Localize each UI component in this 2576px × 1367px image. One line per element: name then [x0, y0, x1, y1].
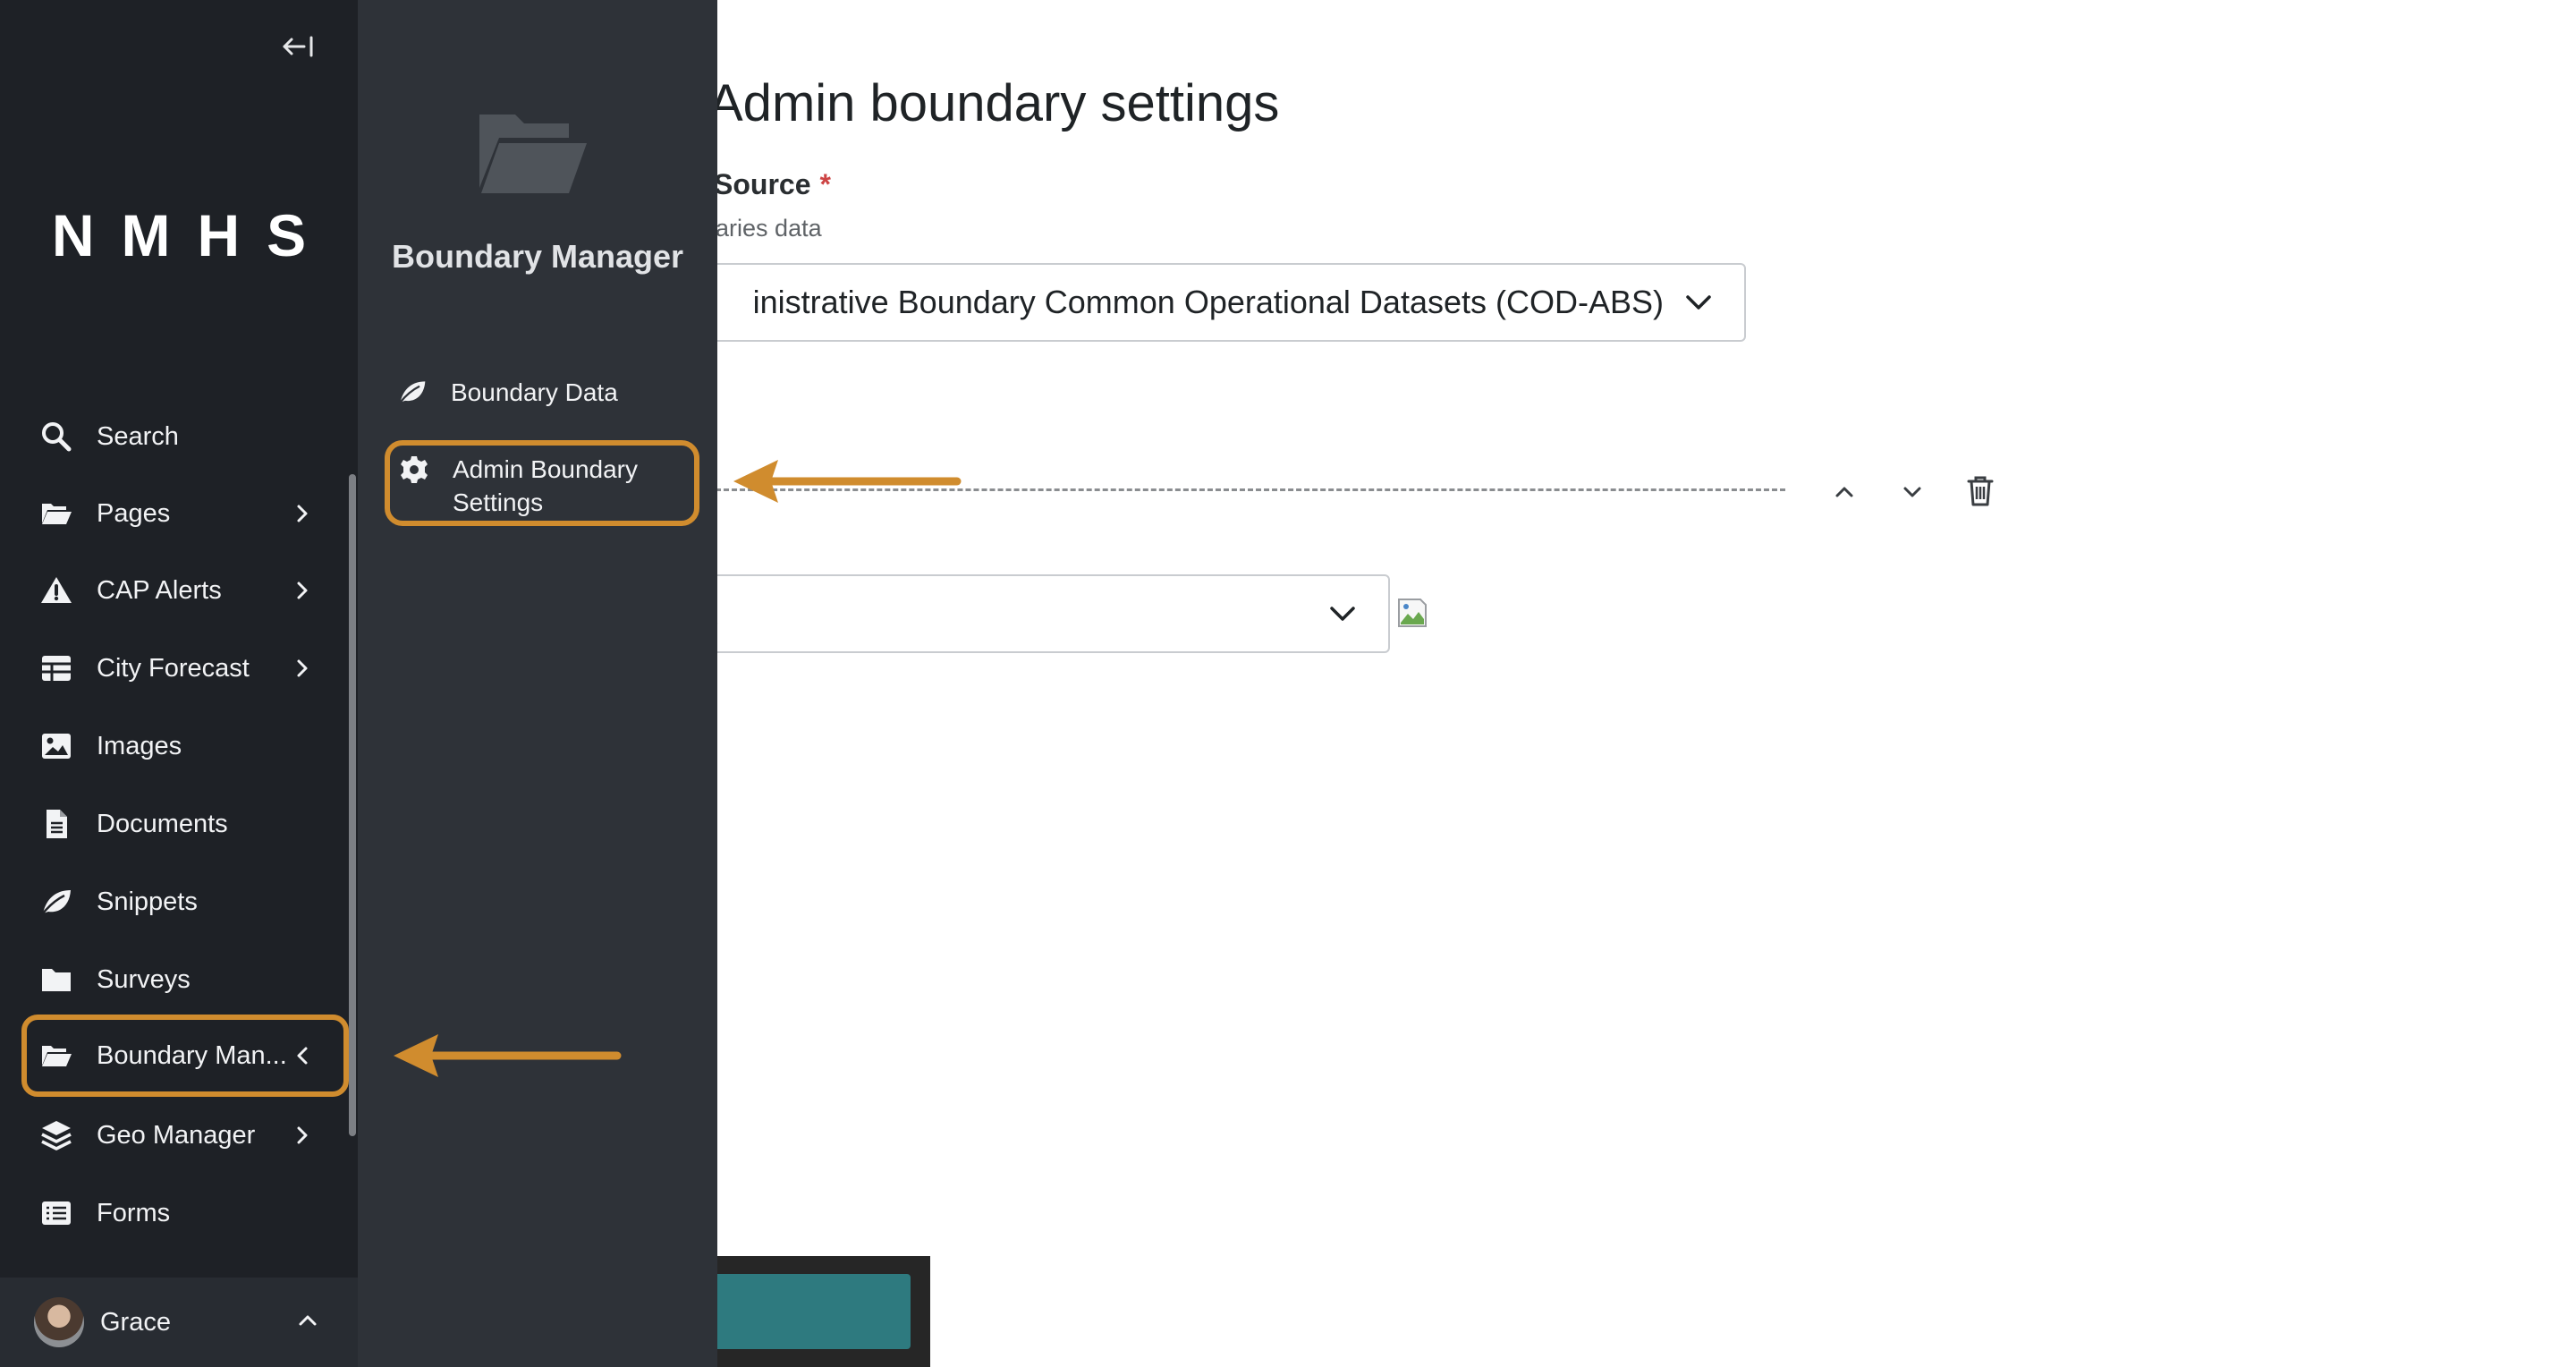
sidebar-item-documents[interactable]: Documents — [21, 792, 349, 856]
leaf-icon — [399, 381, 426, 403]
layers-icon — [41, 1121, 72, 1150]
sidebar-item-label: Boundary Man... — [97, 1040, 287, 1070]
gear-icon — [401, 456, 428, 483]
broken-image-icon — [1398, 599, 1427, 627]
chevron-up-icon — [299, 1315, 317, 1326]
delete-icon[interactable] — [1964, 474, 1996, 508]
image-icon — [42, 734, 71, 759]
table-icon — [42, 656, 71, 681]
sidebar-item-label: City Forecast — [97, 653, 250, 683]
chevron-left-icon — [297, 1047, 308, 1065]
account-menu[interactable]: Grace — [0, 1278, 358, 1367]
chevron-down-icon — [1330, 607, 1355, 621]
source-label-text: Source — [714, 168, 811, 200]
submenu-title: Boundary Manager — [391, 238, 684, 275]
site-logo[interactable]: NMHS — [0, 201, 358, 269]
source-label: Source * — [714, 168, 831, 201]
document-icon — [47, 810, 67, 838]
list-icon — [42, 1201, 71, 1225]
user-name: Grace — [100, 1307, 171, 1337]
page-title: Admin boundary settings — [708, 74, 1280, 132]
sidebar-item-label: Surveys — [97, 964, 191, 994]
required-marker: * — [819, 168, 831, 200]
layer-select[interactable]: a — [680, 574, 1390, 653]
submenu-item-label: Boundary Data — [451, 378, 618, 406]
sidebar: NMHS Search Pages CAP Alerts City Foreca… — [0, 0, 358, 1367]
sidebar-item-forms[interactable]: Forms — [21, 1181, 349, 1245]
move-down-icon[interactable] — [1898, 478, 1927, 506]
chevron-right-icon — [297, 582, 308, 599]
chevron-right-icon — [297, 659, 308, 677]
chevron-right-icon — [297, 505, 308, 522]
folder-icon — [42, 969, 71, 991]
search-icon — [42, 422, 72, 452]
sidebar-item-cap-alerts[interactable]: CAP Alerts — [21, 558, 349, 623]
sidebar-item-label: Forms — [97, 1198, 171, 1227]
collapse-sidebar-icon[interactable] — [279, 30, 318, 63]
sidebar-item-label: Images — [97, 731, 182, 760]
sidebar-item-label: Documents — [97, 809, 228, 838]
sidebar-item-label: CAP Alerts — [97, 575, 222, 605]
source-select[interactable]: inistrative Boundary Common Operational … — [680, 263, 1746, 342]
leaf-icon — [42, 890, 71, 914]
warning-icon — [41, 577, 72, 603]
move-up-icon[interactable] — [1830, 478, 1859, 506]
submenu-item-boundary-data[interactable]: Boundary Data — [385, 370, 699, 413]
sidebar-item-geo-manager[interactable]: Geo Manager — [21, 1103, 349, 1167]
sidebar-item-city-forecast[interactable]: City Forecast — [21, 636, 349, 700]
sidebar-item-search[interactable]: Search — [21, 404, 349, 469]
annotation-arrow-submenu — [733, 460, 962, 503]
sidebar-item-pages[interactable]: Pages — [21, 481, 349, 546]
folder-open-icon — [42, 1046, 72, 1066]
save-button[interactable] — [707, 1274, 911, 1349]
folder-open-icon — [479, 115, 587, 193]
sidebar-item-label: Pages — [97, 498, 171, 528]
chevron-right-icon — [297, 1126, 308, 1144]
submenu-item-admin-boundary-settings[interactable]: Admin Boundary Settings — [385, 440, 699, 526]
folder-open-icon — [42, 504, 72, 524]
sidebar-item-boundary-manager[interactable]: Boundary Man... — [21, 1015, 349, 1097]
sidebar-item-label: Snippets — [97, 887, 198, 916]
sidebar-scrollbar[interactable] — [349, 474, 356, 1136]
chevron-down-icon — [1686, 295, 1711, 310]
source-select-value: inistrative Boundary Common Operational … — [752, 284, 1664, 320]
sidebar-item-snippets[interactable]: Snippets — [21, 870, 349, 934]
annotation-arrow-sidebar — [394, 1034, 622, 1077]
avatar — [34, 1297, 84, 1347]
submenu-panel: Boundary Manager Boundary Data Admin Bou… — [358, 0, 717, 1367]
sidebar-item-surveys[interactable]: Surveys — [21, 947, 349, 1012]
sidebar-item-label: Geo Manager — [97, 1120, 256, 1150]
sidebar-item-label: Search — [97, 421, 179, 451]
sidebar-item-images[interactable]: Images — [21, 714, 349, 778]
submenu-item-label: Admin Boundary Settings — [453, 455, 639, 516]
